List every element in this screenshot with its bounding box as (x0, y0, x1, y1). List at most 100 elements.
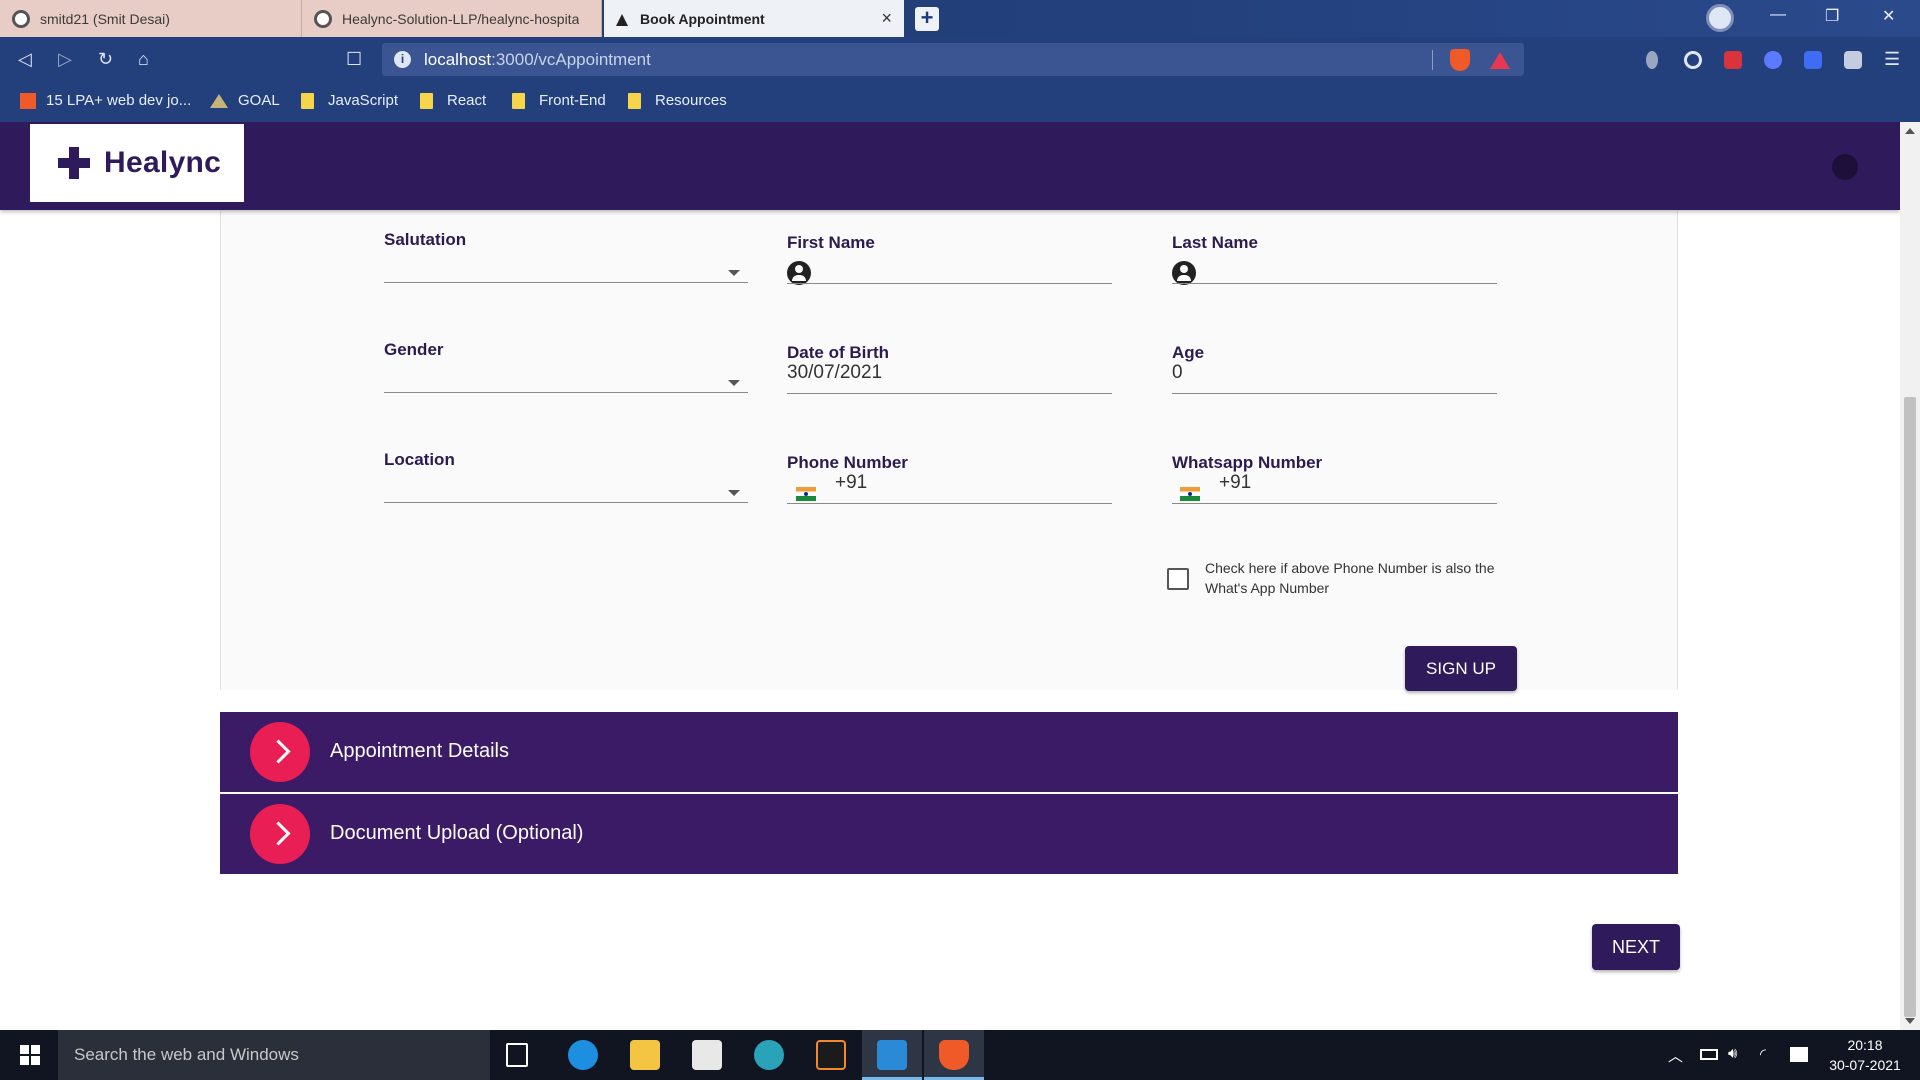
salutation-label: Salutation (384, 230, 467, 249)
taskbar-clock[interactable]: 20:18 30-07-2021 (1820, 1035, 1910, 1075)
site-info-icon[interactable]: i (394, 51, 411, 68)
reload-icon[interactable]: ↻ (98, 49, 113, 70)
tab-book-appointment[interactable]: Book Appointment × (604, 0, 904, 37)
bookmark-folder[interactable]: Front-End (512, 92, 606, 109)
location-underline (384, 502, 748, 503)
forward-icon[interactable]: ▷ (58, 49, 72, 70)
brave-shield-icon[interactable] (1450, 49, 1470, 71)
scroll-down-icon[interactable] (1905, 1018, 1915, 1024)
clock-time: 20:18 (1847, 1037, 1883, 1053)
accordion-title: Appointment Details (330, 740, 509, 762)
extension-blue-icon[interactable] (1804, 51, 1822, 69)
clock-date: 30-07-2021 (1829, 1057, 1901, 1073)
folder-icon (301, 92, 314, 109)
gender-underline (384, 392, 748, 393)
next-button[interactable]: NEXT (1592, 924, 1680, 970)
notification-icon[interactable] (1790, 1047, 1808, 1062)
wifi-icon[interactable]: ◜ (1760, 1045, 1766, 1063)
github-icon (12, 9, 30, 28)
first-name-underline (787, 283, 1112, 284)
same-number-checkbox[interactable] (1167, 568, 1189, 590)
scroll-thumb[interactable] (1904, 397, 1916, 1017)
folder-icon (420, 92, 433, 109)
extension-star-icon[interactable] (1764, 51, 1782, 69)
bookmark-item[interactable]: 15 LPA+ web dev jo... (20, 92, 191, 109)
brand-logo[interactable]: Healync (30, 124, 244, 202)
person-icon (1172, 261, 1196, 285)
vscode-icon (877, 1040, 907, 1070)
india-flag-icon[interactable] (796, 487, 816, 501)
task-view-icon[interactable] (506, 1043, 528, 1067)
accordion-document-upload[interactable]: Document Upload (Optional) (220, 794, 1678, 874)
restore-icon[interactable]: ❐ (1825, 6, 1839, 26)
age-underline (1172, 393, 1497, 394)
phone-underline (787, 503, 1112, 504)
extensions-puzzle-icon[interactable] (1844, 51, 1862, 69)
extension-red-icon[interactable] (1724, 51, 1742, 69)
gender-label: Gender (384, 340, 444, 359)
menu-icon[interactable]: ☰ (1884, 49, 1900, 70)
chevron-right-icon[interactable] (250, 804, 310, 864)
dob-input[interactable]: 30/07/2021 (787, 362, 882, 384)
close-window-icon[interactable]: ✕ (1882, 6, 1895, 26)
account-icon[interactable] (1832, 154, 1858, 180)
edge-legacy-icon[interactable] (568, 1040, 598, 1070)
whatsapp-input[interactable]: +91 (1219, 472, 1251, 494)
edge-icon[interactable] (754, 1040, 784, 1070)
back-icon[interactable]: ◁ (18, 49, 32, 70)
accordion-appointment-details[interactable]: Appointment Details (220, 712, 1678, 792)
dob-underline (787, 393, 1112, 394)
location-select[interactable] (384, 470, 748, 501)
bookmark-label: JavaScript (328, 92, 399, 109)
bookmark-label: React (447, 92, 487, 109)
last-name-label: Last Name (1172, 233, 1258, 252)
sign-up-button[interactable]: SIGN UP (1405, 646, 1517, 691)
india-flag-icon[interactable] (1180, 487, 1200, 501)
bookmarks-bar: 15 LPA+ web dev jo... GOAL JavaScript Re… (0, 82, 1920, 122)
chevron-down-icon (728, 270, 740, 276)
web-page: Healync Salutation First Name Last Name … (0, 122, 1900, 1030)
url-divider (1432, 50, 1433, 70)
battery-icon[interactable] (1700, 1049, 1718, 1060)
volume-icon[interactable]: 🔊︎ (1728, 1045, 1737, 1062)
new-tab-button[interactable]: + (915, 7, 939, 31)
windows-start-icon[interactable] (20, 1045, 40, 1065)
last-name-input[interactable] (1204, 254, 1494, 282)
extension-mic-icon[interactable] (1646, 51, 1658, 69)
page-scrollbar[interactable] (1900, 122, 1920, 1030)
tab-github-profile[interactable]: smitd21 (Smit Desai) (0, 0, 302, 37)
app-favicon-icon (616, 12, 628, 26)
taskbar-search-box[interactable]: Search the web and Windows (58, 1030, 490, 1080)
age-input[interactable]: 0 (1172, 362, 1183, 384)
store-icon[interactable] (692, 1040, 722, 1070)
profile-icon[interactable] (1706, 4, 1734, 32)
phone-input[interactable]: +91 (835, 472, 867, 494)
chevron-up-icon[interactable]: ︿ (1668, 1045, 1683, 1066)
age-label: Age (1172, 343, 1205, 362)
terminal-icon[interactable] (816, 1040, 846, 1070)
home-icon[interactable]: ⌂ (138, 49, 149, 70)
bookmark-label: Resources (655, 92, 727, 109)
salutation-select[interactable] (384, 250, 748, 281)
chevron-right-icon[interactable] (250, 722, 310, 782)
tab-github-repo[interactable]: Healync-Solution-LLP/healync-hospita (302, 0, 602, 37)
brave-taskbar-slot[interactable] (924, 1030, 984, 1080)
first-name-input[interactable] (819, 254, 1109, 282)
minimize-icon[interactable]: — (1770, 6, 1786, 24)
bookmark-folder[interactable]: Resources (628, 92, 727, 109)
vscode-taskbar-slot[interactable] (862, 1030, 922, 1080)
bookmark-folder[interactable]: JavaScript (301, 92, 398, 109)
first-name-label: First Name (787, 233, 875, 252)
close-tab-icon[interactable]: × (881, 8, 892, 29)
extension-target-icon[interactable] (1684, 51, 1702, 69)
chevron-down-icon (728, 380, 740, 386)
scroll-up-icon[interactable] (1905, 128, 1915, 134)
url-field[interactable]: i localhost:3000/vcAppointment (382, 43, 1524, 76)
file-explorer-icon[interactable] (630, 1040, 660, 1070)
bookmark-icon[interactable]: ☐ (346, 49, 362, 70)
gender-select[interactable] (384, 360, 748, 391)
bookmark-item[interactable]: GOAL (210, 92, 280, 109)
bookmark-folder[interactable]: React (420, 92, 486, 109)
brave-rewards-icon[interactable] (1490, 52, 1510, 69)
url-text[interactable]: localhost:3000/vcAppointment (424, 50, 651, 70)
